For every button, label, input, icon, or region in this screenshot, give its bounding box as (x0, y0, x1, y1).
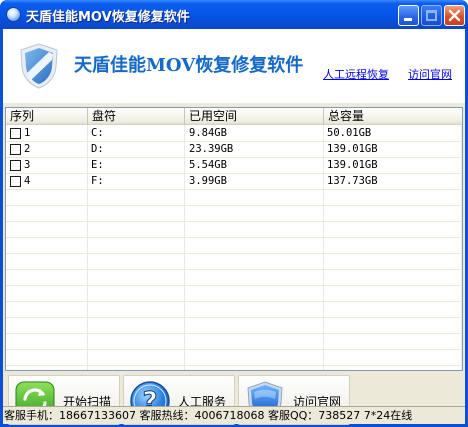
header-banner: 天盾佳能MOV恢复修复软件 人工远程恢复 访问官网 (3, 29, 465, 103)
grid-line (6, 253, 462, 254)
client-area: 天盾佳能MOV恢复修复软件 人工远程恢复 访问官网 序列 盘符 已用空间 总容量… (3, 29, 465, 425)
row-total: 50.01GB (327, 127, 372, 139)
column-header-drive[interactable]: 盘符 (88, 108, 185, 125)
grid-line (6, 189, 462, 190)
close-button[interactable] (444, 5, 465, 26)
window-title: 天盾佳能MOV恢复修复软件 (26, 10, 190, 25)
column-header-used[interactable]: 已用空间 (185, 108, 324, 125)
grid-line (6, 349, 462, 350)
table-row[interactable]: 2 D: 23.39GB 139.01GB (6, 142, 462, 157)
row-checkbox[interactable] (10, 176, 21, 187)
title-bar[interactable]: 天盾佳能MOV恢复修复软件 (0, 0, 468, 29)
grid-line (6, 221, 462, 222)
row-used: 9.84GB (189, 127, 227, 139)
column-header-total[interactable]: 总容量 (324, 108, 462, 125)
row-drive: C: (91, 127, 104, 139)
drive-table[interactable]: 序列 盘符 已用空间 总容量 1 C: 9.84GB 50.01GB 2 D: (5, 107, 463, 371)
table-row[interactable]: 1 C: 9.84GB 50.01GB (6, 126, 462, 141)
grid-line (6, 317, 462, 318)
status-bar: 客服手机：18667133607 客服热线：4006718068 客服QQ：73… (3, 406, 465, 424)
minimize-button[interactable] (398, 5, 419, 26)
table-row[interactable]: 3 E: 5.54GB 139.01GB (6, 158, 462, 173)
row-total: 139.01GB (327, 159, 378, 171)
table-header: 序列 盘符 已用空间 总容量 (6, 108, 462, 125)
grid-line (6, 365, 462, 366)
row-checkbox[interactable] (10, 144, 21, 155)
app-icon (6, 7, 21, 22)
grid-line (6, 205, 462, 206)
visit-website-link[interactable]: 访问官网 (408, 66, 452, 82)
grid-line (6, 269, 462, 270)
app-window: 天盾佳能MOV恢复修复软件 天盾佳能MOV恢复修复软件 人工远程恢复 访问官网 … (0, 0, 468, 427)
row-total: 137.73GB (327, 175, 378, 187)
row-used: 3.99GB (189, 175, 227, 187)
row-used: 23.39GB (189, 143, 234, 155)
maximize-icon (426, 10, 437, 21)
shield-logo-icon (20, 43, 58, 89)
row-total: 139.01GB (327, 143, 378, 155)
minimize-icon (404, 18, 412, 21)
grid-line (6, 237, 462, 238)
action-bar: 开始扫描 ? 人工服务 访问官网 (3, 375, 465, 425)
row-checkbox[interactable] (10, 160, 21, 171)
row-index: 2 (24, 143, 31, 155)
grid-line (6, 333, 462, 334)
maximize-button[interactable] (421, 5, 442, 26)
app-title: 天盾佳能MOV恢复修复软件 (74, 55, 304, 76)
row-used: 5.54GB (189, 159, 227, 171)
row-index: 3 (24, 159, 31, 171)
row-checkbox[interactable] (10, 128, 21, 139)
table-row[interactable]: 4 F: 3.99GB 137.73GB (6, 174, 462, 189)
close-icon (448, 9, 461, 22)
column-header-index[interactable]: 序列 (6, 108, 88, 125)
row-index: 4 (24, 175, 31, 187)
row-drive: F: (91, 175, 104, 187)
row-drive: E: (91, 159, 104, 171)
row-drive: D: (91, 143, 104, 155)
remote-recovery-link[interactable]: 人工远程恢复 (323, 66, 389, 82)
row-index: 1 (24, 127, 31, 139)
grid-line (6, 301, 462, 302)
grid-line (6, 285, 462, 286)
